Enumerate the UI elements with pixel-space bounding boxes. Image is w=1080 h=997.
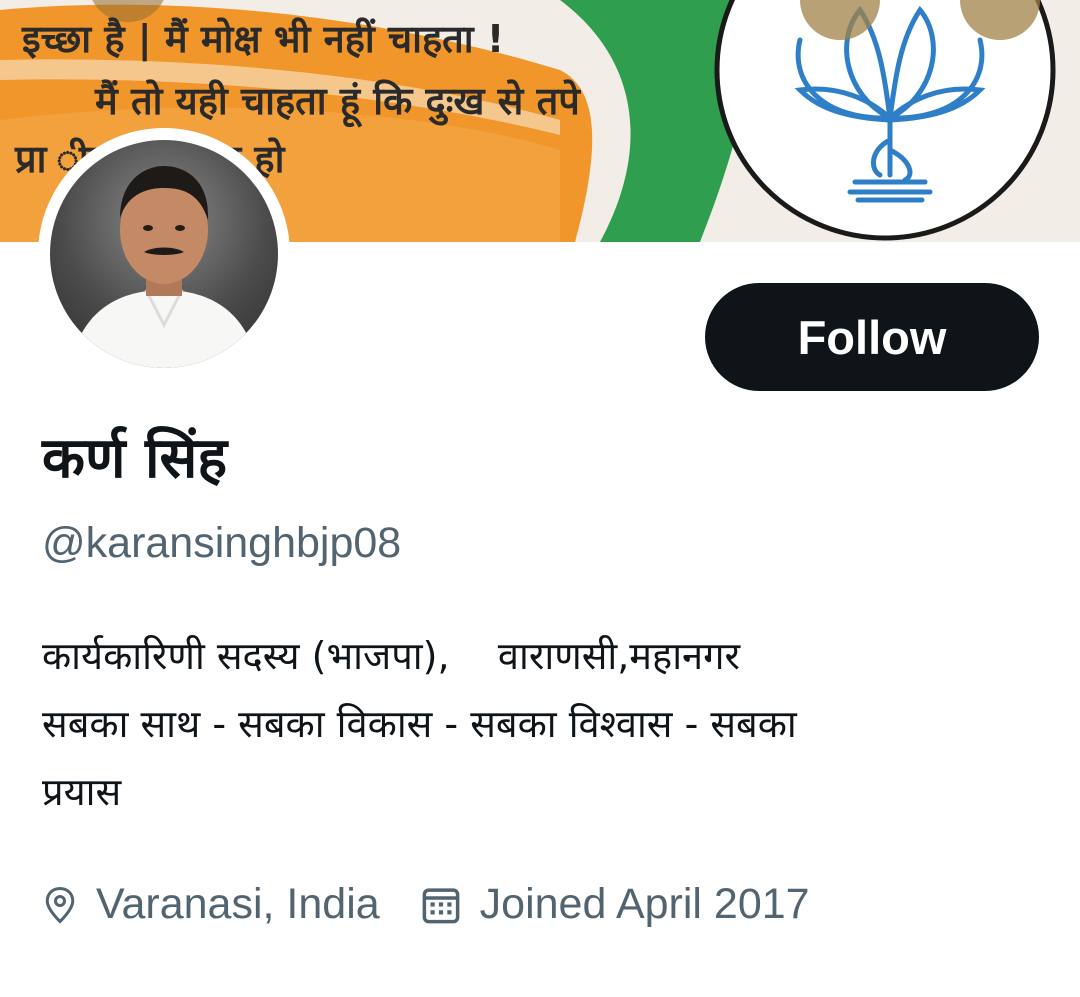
banner-text-line: इच्छा है | मैं मोक्ष भी नहीं चाहता !	[22, 17, 505, 61]
avatar-photo	[50, 140, 278, 368]
bio-line: सबका साथ - सबका विकास - सबका विश्वास - स…	[42, 702, 797, 746]
username-handle: @karansinghbjp08	[42, 519, 402, 567]
joined-item: Joined April 2017	[420, 880, 810, 929]
follow-button[interactable]: Follow	[705, 283, 1039, 391]
location-text: Varanasi, India	[96, 880, 380, 928]
profile-bio: कार्यकारिणी सदस्य (भाजपा), वाराणसी,महानग…	[42, 622, 1052, 826]
bio-line: प्रयास	[42, 770, 122, 814]
avatar-portrait	[70, 166, 258, 368]
location-item: Varanasi, India	[42, 880, 380, 929]
joined-text: Joined April 2017	[479, 880, 810, 928]
bio-line: कार्यकारिणी सदस्य (भाजपा), वाराणसी,महानग…	[42, 634, 741, 678]
profile-avatar[interactable]	[38, 128, 290, 380]
banner-text-line: मैं तो यही चाहता हूं कि दुःख से तपे	[95, 79, 580, 123]
display-name: कर्ण सिंह	[42, 426, 228, 491]
calendar-icon	[422, 887, 460, 923]
profile-meta: Varanasi, India Joined April 2017	[42, 880, 850, 929]
location-pin-icon	[45, 886, 75, 924]
